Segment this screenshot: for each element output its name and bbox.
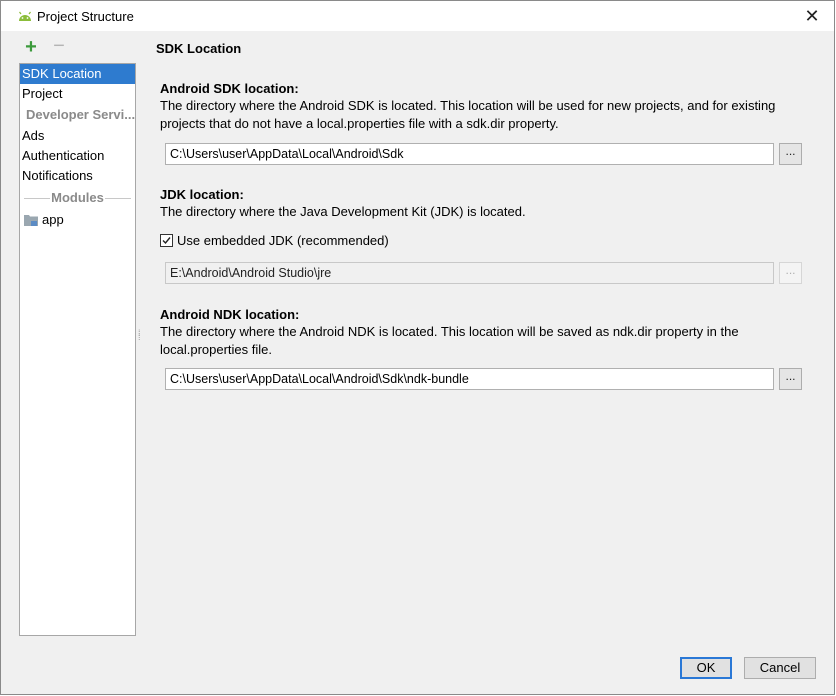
sidebar-item-ads[interactable]: Ads [20,126,135,146]
android-sdk-path-input[interactable]: C:\Users\user\AppData\Local\Android\Sdk [165,143,774,165]
sidebar-item-project[interactable]: Project [20,84,135,104]
group-divider [105,198,131,199]
ok-button[interactable]: OK [680,657,732,679]
sidebar-group-modules: Modules [20,188,135,208]
sidebar-item-module-app[interactable]: app [20,210,135,230]
android-sdk-heading: Android SDK location: [160,81,299,96]
project-structure-dialog: Project Structure ✕ + − SDK Location Pro… [0,0,835,695]
embedded-jdk-checkbox[interactable] [160,234,173,247]
modules-label: Modules [51,190,104,205]
jdk-browse-button: ... [779,262,802,284]
android-sdk-description: The directory where the Android SDK is l… [160,97,800,133]
sidebar-item-sdk-location[interactable]: SDK Location [20,64,135,84]
desc-line: The directory where the Android SDK is l… [160,98,776,113]
desc-line: local.properties file. [160,342,272,357]
close-icon[interactable]: ✕ [802,6,822,26]
checkmark-icon [162,237,171,245]
android-ndk-browse-button[interactable]: ... [779,368,802,390]
jdk-path-input: E:\Android\Android Studio\jre [165,262,774,284]
android-ndk-path-input[interactable]: C:\Users\user\AppData\Local\Android\Sdk\… [165,368,774,390]
settings-sidebar: SDK Location Project Developer Servi... … [19,63,136,636]
android-sdk-browse-button[interactable]: ... [779,143,802,165]
splitter-handle[interactable]: ⁞ ⁞ [138,329,142,343]
module-label: app [42,212,64,227]
jdk-heading: JDK location: [160,187,244,202]
group-divider [24,198,50,199]
desc-line: The directory where the Android NDK is l… [160,324,739,339]
window-title: Project Structure [37,9,134,24]
embedded-jdk-label: Use embedded JDK (recommended) [177,233,389,248]
remove-icon[interactable]: − [51,36,67,56]
sidebar-item-authentication[interactable]: Authentication [20,146,135,166]
dialog-body: + − SDK Location Project Developer Servi… [1,31,834,694]
add-icon[interactable]: + [23,37,39,57]
android-studio-icon [19,11,31,21]
android-ndk-heading: Android NDK location: [160,307,300,322]
sidebar-item-notifications[interactable]: Notifications [20,166,135,186]
android-ndk-description: The directory where the Android NDK is l… [160,323,800,359]
desc-line: projects that do not have a local.proper… [160,116,559,131]
module-folder-icon [24,215,38,226]
title-bar[interactable]: Project Structure ✕ [1,1,834,31]
jdk-description: The directory where the Java Development… [160,204,526,219]
cancel-button[interactable]: Cancel [744,657,816,679]
sidebar-group-developer-services: Developer Servi... [26,107,135,122]
page-title: SDK Location [156,41,242,56]
